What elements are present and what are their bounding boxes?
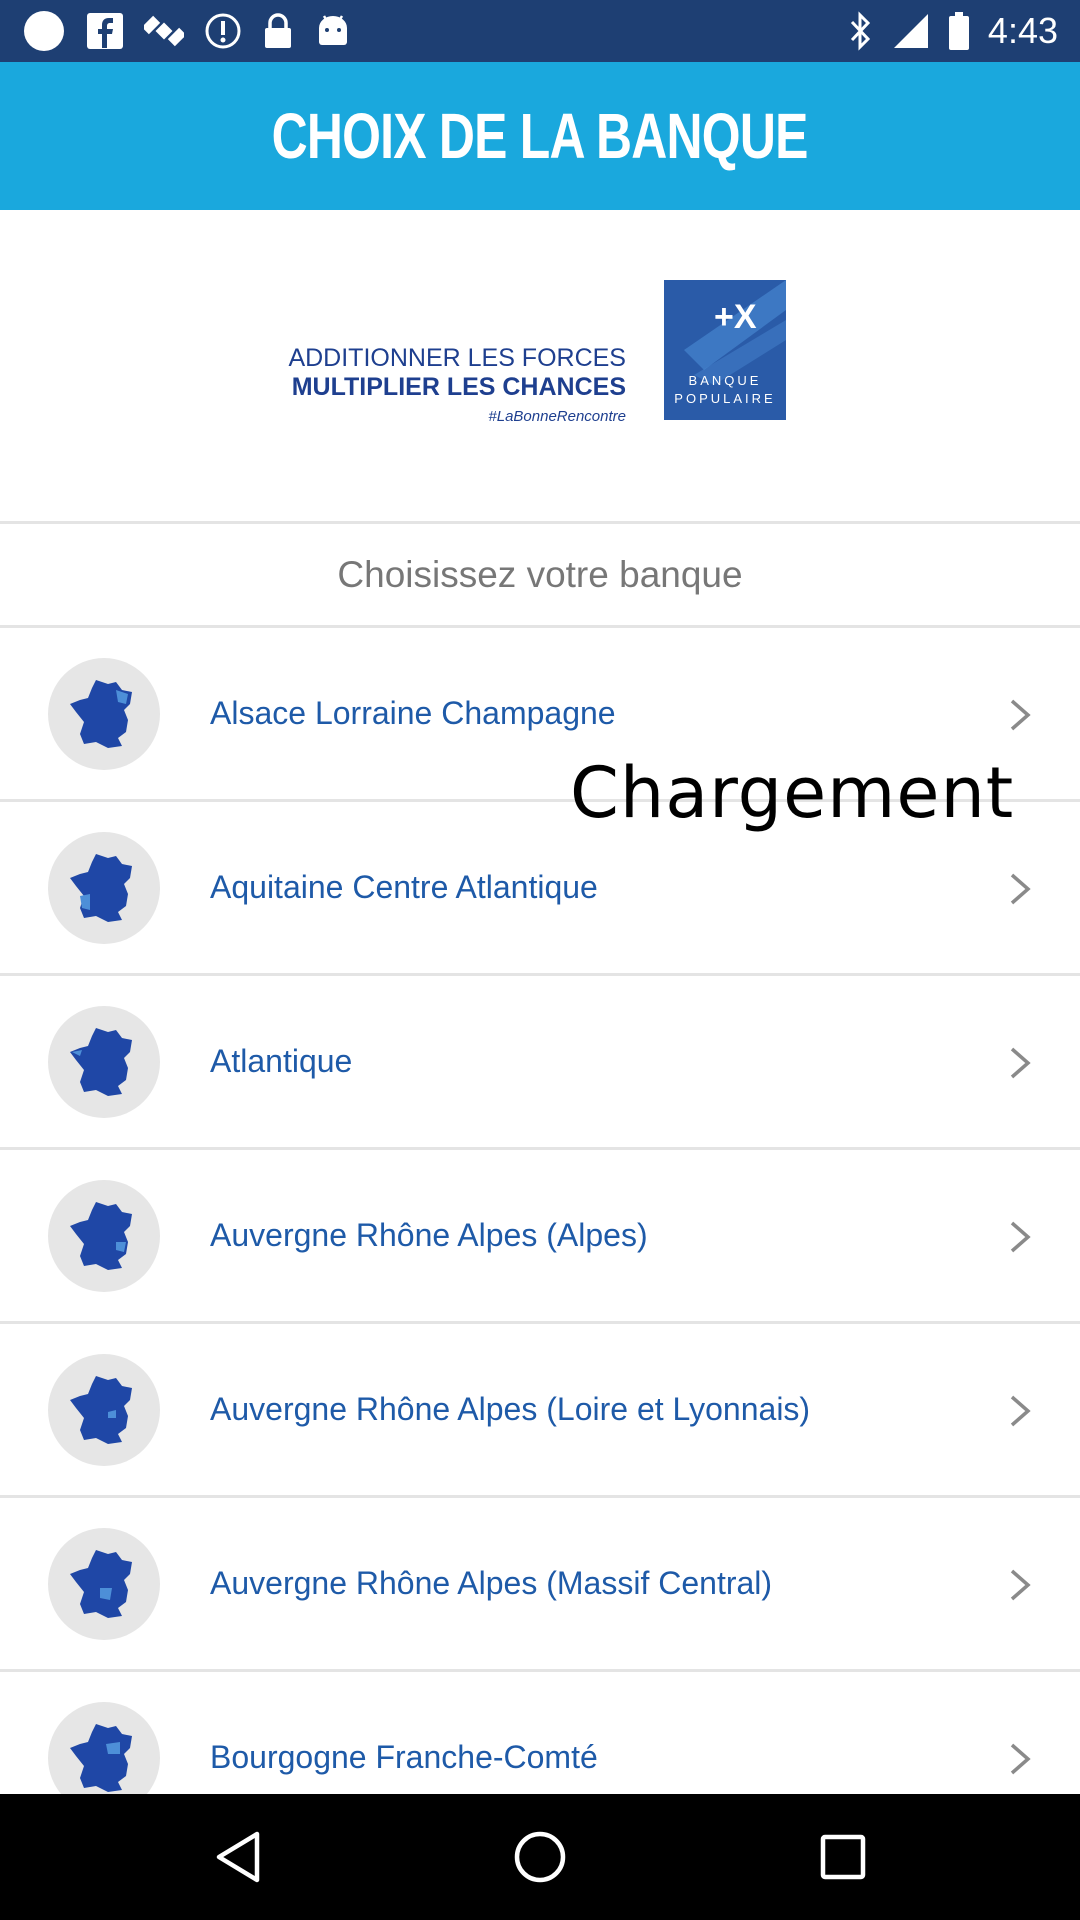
bank-name: Auvergne Rhône Alpes (Loire et Lyonnais): [210, 1391, 811, 1427]
battery-icon: [948, 11, 970, 51]
bank-row-4[interactable]: Auvergne Rhône Alpes (Alpes): [0, 1150, 1080, 1324]
bank-row-6[interactable]: Auvergne Rhône Alpes (Massif Central): [0, 1498, 1080, 1672]
logo-line1: BANQUE: [688, 373, 762, 388]
satellite-icon: [144, 11, 184, 51]
status-time: 4:43: [987, 10, 1058, 51]
circle-notification-icon: [22, 9, 66, 53]
bluetooth-icon: [848, 11, 874, 51]
bank-name: Auvergne Rhône Alpes (Massif Central): [210, 1565, 773, 1601]
info-icon: [204, 12, 242, 50]
bank-row-7[interactable]: Bourgogne Franche-Comté: [0, 1672, 1080, 1794]
chevron-right-icon: [1010, 1221, 1031, 1253]
chevron-right-icon: [1010, 1395, 1031, 1427]
page-title: CHOIX DE LA BANQUE: [271, 100, 809, 172]
status-bar-notifications: [22, 10, 352, 52]
logo-line2: POPULAIRE: [674, 391, 776, 406]
bank-name: Auvergne Rhône Alpes (Alpes): [210, 1217, 648, 1253]
android-icon: [314, 12, 352, 50]
bank-row-5[interactable]: Auvergne Rhône Alpes (Loire et Lyonnais): [0, 1324, 1080, 1498]
france-map-icon: [48, 1528, 160, 1640]
banner-hashtag: #LaBonneRencontre: [488, 408, 626, 425]
france-map-icon: [48, 1354, 160, 1466]
logo-text: BANQUE POPULAIRE: [664, 372, 786, 408]
section-title: Choisissez votre banque: [0, 524, 1080, 628]
chevron-right-icon: [1010, 1743, 1031, 1775]
back-icon: [216, 1831, 260, 1883]
back-button[interactable]: [208, 1827, 268, 1887]
banner-slogan: ADDITIONNER LES FORCES MULTIPLIER LES CH…: [288, 344, 626, 432]
banner-line1: ADDITIONNER LES FORCES: [288, 344, 626, 372]
france-map-icon: [48, 832, 160, 944]
recents-icon: [820, 1834, 866, 1880]
france-map-icon: [48, 1702, 160, 1794]
signal-icon: [892, 12, 930, 50]
chevron-right-icon: [1010, 873, 1031, 905]
france-map-icon: [48, 1006, 160, 1118]
promo-banner: ADDITIONNER LES FORCES MULTIPLIER LES CH…: [0, 210, 1080, 524]
recents-button[interactable]: [813, 1827, 873, 1887]
bank-name: Atlantique: [210, 1043, 353, 1079]
bank-name: Aquitaine Centre Atlantique: [210, 869, 598, 905]
chevron-right-icon: [1010, 1569, 1031, 1601]
france-map-icon: [48, 1180, 160, 1292]
bank-row-3[interactable]: Atlantique: [0, 976, 1080, 1150]
banner-line2: MULTIPLIER LES CHANCES: [291, 373, 626, 401]
chevron-right-icon: [1010, 1047, 1031, 1079]
home-icon: [514, 1831, 566, 1883]
system-nav-bar: [0, 1794, 1080, 1920]
logo-symbol: +X: [714, 298, 757, 336]
lock-icon: [262, 12, 294, 50]
chevron-right-icon: [1010, 699, 1031, 731]
status-bar: 4:43: [0, 0, 1080, 62]
france-map-icon: [48, 658, 160, 770]
bank-name: Bourgogne Franche-Comté: [210, 1739, 598, 1775]
facebook-icon: [86, 12, 124, 50]
status-bar-system: 4:43: [848, 10, 1058, 52]
home-button[interactable]: [510, 1827, 570, 1887]
bank-name: Alsace Lorraine Champagne: [210, 695, 616, 731]
app-header: CHOIX DE LA BANQUE: [0, 62, 1080, 210]
banque-populaire-logo: +X BANQUE POPULAIRE: [664, 280, 786, 420]
loading-message: Chargement: [570, 752, 1015, 834]
